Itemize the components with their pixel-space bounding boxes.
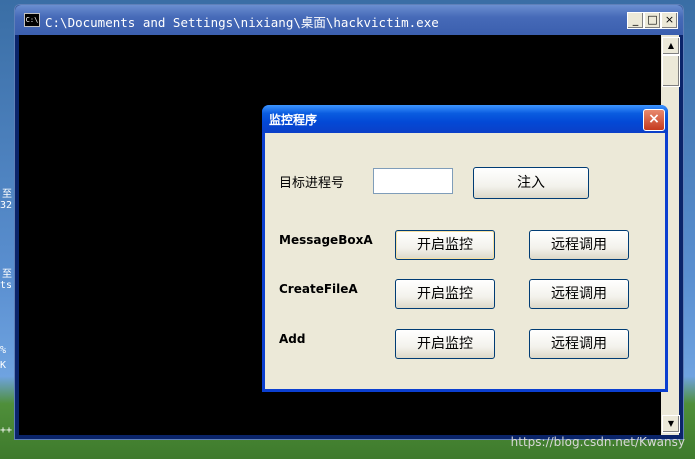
remote-call-button-createfilea[interactable]: 远程调用 (529, 279, 629, 309)
monitor-dialog: 监控程序 × 目标进程号 注入 MessageBoxA 开启监控 远程调用 Cr… (262, 105, 668, 392)
dialog-title-bar[interactable]: 监控程序 × (262, 105, 668, 133)
desktop-label-fragment: 至 (2, 189, 12, 200)
dialog-body: 目标进程号 注入 MessageBoxA 开启监控 远程调用 CreateFil… (265, 133, 665, 389)
desktop-label-fragment: % (0, 345, 7, 356)
maximize-button[interactable]: □ (644, 12, 661, 29)
watermark: https://blog.csdn.net/Kwansy (510, 435, 685, 449)
function-label-messageboxa: MessageBoxA (279, 233, 373, 247)
dialog-close-button[interactable]: × (643, 109, 665, 131)
minimize-button[interactable]: _ (627, 12, 644, 29)
monitor-button-messageboxa[interactable]: 开启监控 (395, 230, 495, 260)
desktop-label-fragment: K (0, 360, 7, 371)
scroll-thumb[interactable] (662, 55, 680, 87)
remote-call-button-add[interactable]: 远程调用 (529, 329, 629, 359)
desktop-label-fragment: 32 (0, 200, 13, 211)
console-title: C:\Documents and Settings\nixiang\桌面\hac… (45, 15, 439, 30)
function-label-add: Add (279, 332, 306, 346)
desktop-label-fragment: 至 (2, 269, 12, 280)
remote-call-button-messageboxa[interactable]: 远程调用 (529, 230, 629, 260)
scroll-down-arrow-icon[interactable]: ▼ (662, 415, 680, 433)
dialog-title: 监控程序 (269, 113, 318, 127)
console-title-bar[interactable]: C:\ C:\Documents and Settings\nixiang\桌面… (15, 5, 683, 35)
monitor-button-add[interactable]: 开启监控 (395, 329, 495, 359)
desktop-label-fragment: ts (0, 280, 13, 291)
close-button[interactable]: × (661, 12, 678, 29)
pid-input[interactable] (373, 168, 453, 194)
inject-button[interactable]: 注入 (473, 167, 589, 199)
scroll-up-arrow-icon[interactable]: ▲ (662, 37, 680, 55)
function-label-createfilea: CreateFileA (279, 282, 358, 296)
desktop-label-fragment: ++ (0, 425, 13, 436)
monitor-button-createfilea[interactable]: 开启监控 (395, 279, 495, 309)
pid-label: 目标进程号 (279, 176, 345, 191)
console-app-icon[interactable]: C:\ (24, 13, 40, 27)
